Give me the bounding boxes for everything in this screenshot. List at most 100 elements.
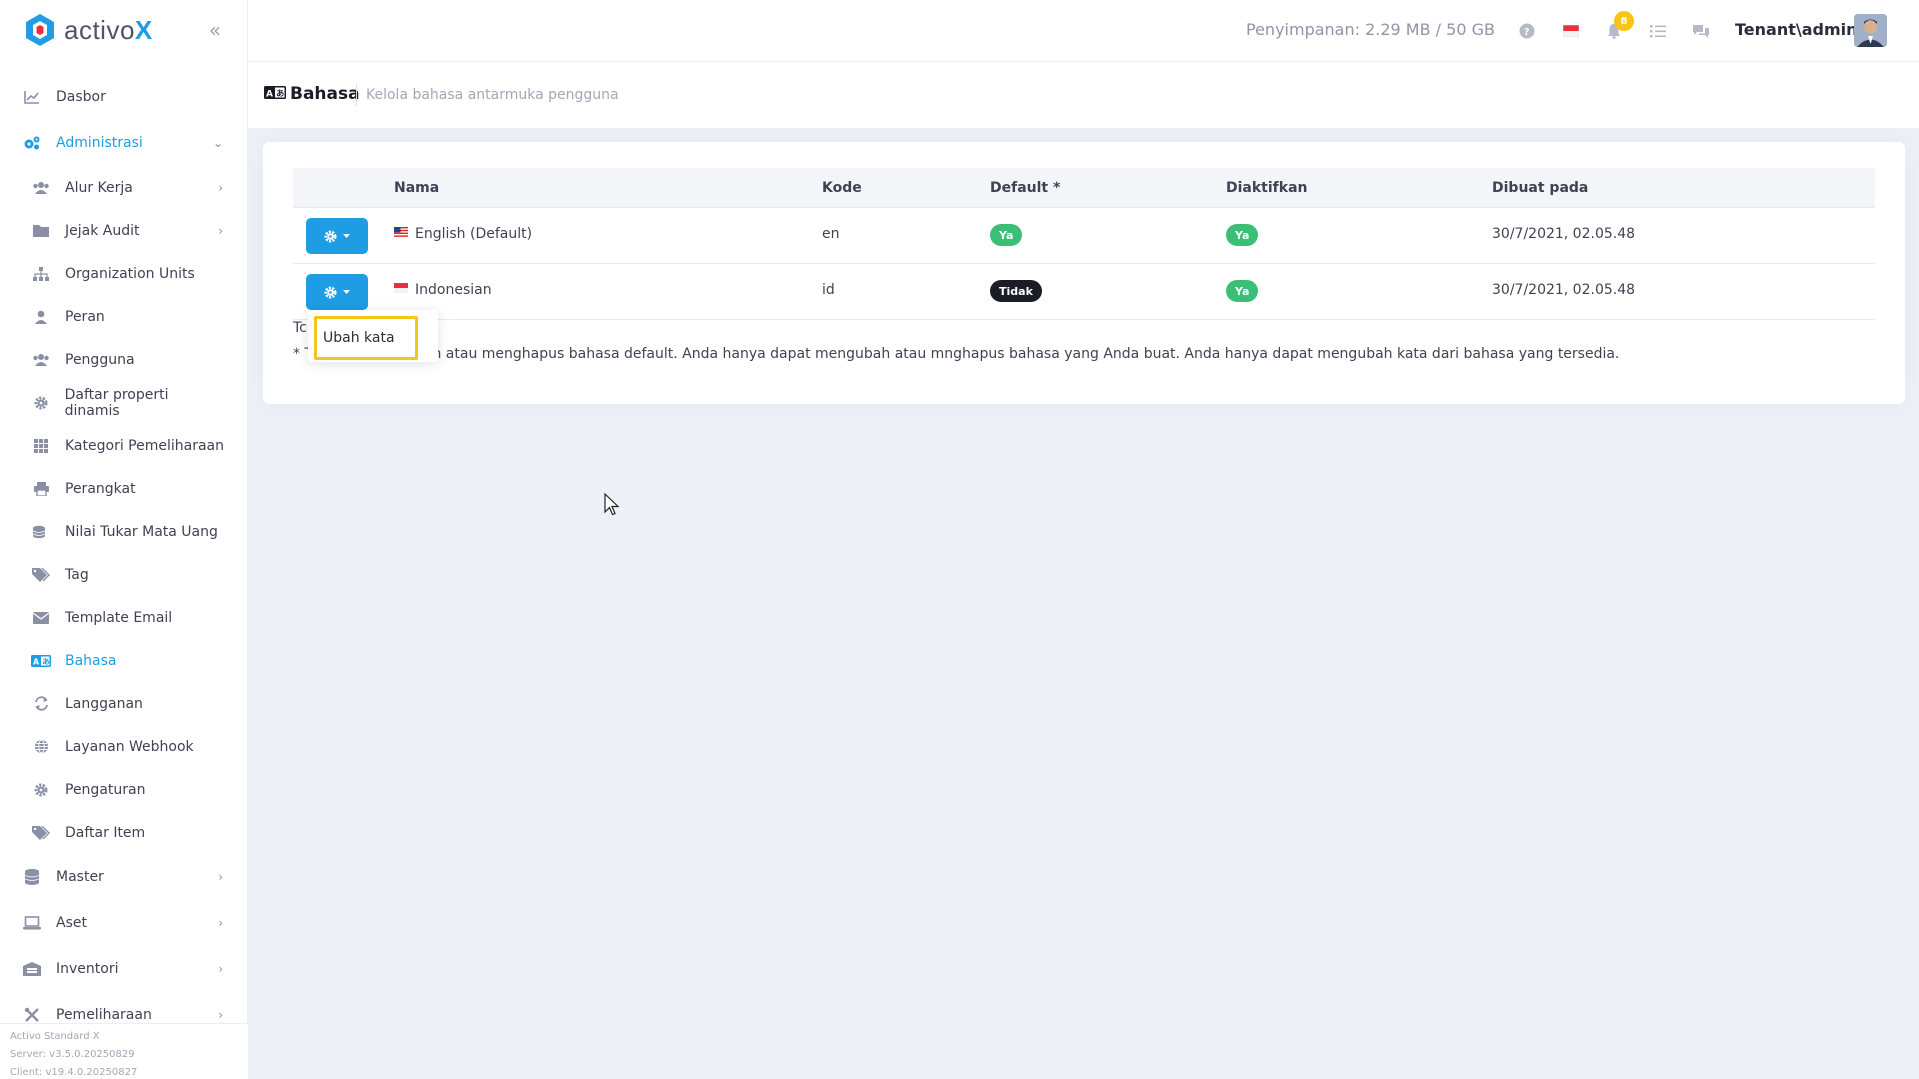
help-icon[interactable]: ?: [1516, 20, 1538, 42]
storage-usage: Penyimpanan: 2.29 MB / 50 GB: [1246, 20, 1495, 39]
version-info: Activo Standard X Server: v3.5.0.2025082…: [0, 1023, 248, 1079]
server-version: Server: v3.5.0.20250829: [10, 1049, 135, 1060]
user-icon: [31, 307, 51, 327]
product-name: Activo Standard X: [10, 1031, 100, 1042]
edit-words-menu-item[interactable]: Ubah kata: [314, 316, 418, 360]
svg-text:あ: あ: [42, 657, 50, 666]
language-name: English (Default): [394, 226, 532, 242]
created-at: 30/7/2021, 02.05.48: [1492, 282, 1636, 298]
caret-down-icon: [343, 233, 350, 238]
language-code: en: [822, 226, 840, 242]
row-actions-button[interactable]: [306, 218, 368, 254]
grid-icon: [31, 436, 51, 456]
svg-text:あ: あ: [276, 89, 284, 98]
sidebar-item-label: Pemeliharaan: [56, 1007, 152, 1023]
avatar[interactable]: [1854, 14, 1887, 47]
sidebar-item-label: Daftar Item: [65, 824, 146, 841]
sidebar-item-master[interactable]: Master ›: [0, 854, 247, 900]
table-row: English (Default) en Ya Ya 30/7/2021, 02…: [293, 208, 1875, 264]
refresh-icon: [31, 694, 51, 714]
page-description: Kelola bahasa antarmuka pengguna: [366, 87, 619, 103]
users-icon: [31, 350, 51, 370]
database-icon: [22, 867, 42, 887]
column-header-nama[interactable]: Nama: [394, 180, 439, 196]
title-separator: [356, 84, 357, 106]
sitemap-icon: [31, 264, 51, 284]
sidebar-item-tag[interactable]: Tag: [0, 553, 247, 596]
tags-icon: [31, 823, 51, 843]
sidebar-item-pengaturan[interactable]: Pengaturan: [0, 768, 247, 811]
collapse-sidebar-icon[interactable]: «: [209, 18, 221, 42]
sidebar-item-kategori-pemeliharaan[interactable]: Kategori Pemeliharaan: [0, 424, 247, 467]
sidebar-item-administrasi[interactable]: Administrasi ⌄: [0, 120, 247, 166]
svg-text:A: A: [266, 90, 273, 100]
sidebar-item-alur-kerja[interactable]: Alur Kerja ›: [0, 166, 247, 209]
sidebar-item-inventori[interactable]: Inventori ›: [0, 946, 247, 992]
sidebar-item-label: Layanan Webhook: [65, 738, 194, 755]
sidebar-item-peran[interactable]: Peran: [0, 295, 247, 338]
warehouse-icon: [22, 959, 42, 979]
sidebar-item-label: Tag: [65, 566, 89, 583]
sidebar-item-label: Daftar properti dinamis: [64, 386, 169, 419]
row-actions-button[interactable]: [306, 274, 368, 310]
language-icon: Aあ: [264, 86, 286, 103]
sidebar-item-label: Pengaturan: [65, 781, 146, 798]
column-header-diaktifkan[interactable]: Diaktifkan: [1226, 180, 1307, 196]
sidebar-item-perangkat[interactable]: Perangkat: [0, 467, 247, 510]
task-list-icon[interactable]: [1647, 20, 1669, 42]
chevron-down-icon: ⌄: [212, 136, 223, 150]
sidebar-item-template-email[interactable]: Template Email: [0, 596, 247, 639]
created-at: 30/7/2021, 02.05.48: [1492, 226, 1636, 242]
sidebar-item-langganan[interactable]: Langganan: [0, 682, 247, 725]
row-actions-dropdown: Ubah kata: [308, 310, 438, 362]
sidebar-item-jejak-audit[interactable]: Jejak Audit ›: [0, 209, 247, 252]
sidebar-item-nilai-tukar-mata-uang[interactable]: Nilai Tukar Mata Uang: [0, 510, 247, 553]
user-name[interactable]: Tenant\admin: [1735, 20, 1858, 39]
sidebar-item-label: Organization Units: [65, 265, 195, 282]
svg-text:?: ?: [1524, 27, 1530, 38]
sidebar-item-label: Langganan: [65, 695, 143, 712]
chevron-right-icon: ›: [218, 916, 223, 930]
sidebar-item-aset[interactable]: Aset ›: [0, 900, 247, 946]
sidebar-item-label: Bahasa: [65, 652, 117, 669]
sidebar-item-label: Pengguna: [65, 351, 135, 368]
sidebar-item-layanan-webhook[interactable]: Layanan Webhook: [0, 725, 247, 768]
column-header-dibuat-pada[interactable]: Dibuat pada: [1492, 180, 1588, 196]
page-title: Bahasa: [290, 84, 360, 104]
enabled-badge: Ya: [1226, 224, 1259, 246]
languages-table: Nama Kode Default * Diaktifkan Dibuat pa…: [293, 168, 1875, 320]
flag-id-icon[interactable]: [1560, 20, 1582, 42]
coins-icon: [31, 522, 51, 542]
chevron-right-icon: ›: [218, 180, 223, 195]
sidebar-item-label: Inventori: [56, 961, 119, 977]
flag-us-icon: [394, 227, 408, 237]
sidebar-item-dasbor[interactable]: Dasbor: [0, 74, 247, 120]
sidebar-menu: Dasbor Administrasi ⌄ Alur Kerja › Jejak…: [0, 60, 247, 1038]
subheader: Aあ Bahasa Kelola bahasa antarmuka penggu…: [248, 62, 1919, 128]
language-code: id: [822, 282, 835, 298]
table-row: Indonesian id Tidak Ya 30/7/2021, 02.05.…: [293, 264, 1875, 320]
note-line-1: Tc: [293, 320, 307, 336]
sidebar-item-bahasa[interactable]: Aあ Bahasa: [0, 639, 247, 682]
sidebar-item-label: Administrasi: [56, 135, 143, 151]
chevron-right-icon: ›: [218, 223, 223, 238]
chat-icon[interactable]: [1690, 20, 1712, 42]
column-header-default[interactable]: Default *: [990, 180, 1060, 196]
administrasi-submenu: Alur Kerja › Jejak Audit › Organization …: [0, 166, 247, 854]
chevron-right-icon: ›: [218, 870, 223, 884]
activo-logo-icon: [26, 14, 54, 46]
sidebar-item-label: Aset: [56, 915, 87, 931]
caret-down-icon: [343, 289, 350, 294]
bell-icon[interactable]: 8: [1603, 11, 1634, 42]
sidebar-item-daftar-properti-dinamis[interactable]: Daftar properti dinamis: [0, 381, 247, 424]
sidebar-item-label: Dasbor: [56, 89, 106, 105]
laptop-icon: [22, 913, 42, 933]
column-header-kode[interactable]: Kode: [822, 180, 862, 196]
top-header: Penyimpanan: 2.29 MB / 50 GB ? 8 Tenant\…: [248, 0, 1919, 62]
sidebar-item-pengguna[interactable]: Pengguna: [0, 338, 247, 381]
brand[interactable]: activoX «: [0, 0, 247, 60]
sidebar-item-daftar-item[interactable]: Daftar Item: [0, 811, 247, 854]
tags-icon: [31, 565, 51, 585]
sidebar-item-organization-units[interactable]: Organization Units: [0, 252, 247, 295]
default-badge: Tidak: [990, 280, 1042, 302]
